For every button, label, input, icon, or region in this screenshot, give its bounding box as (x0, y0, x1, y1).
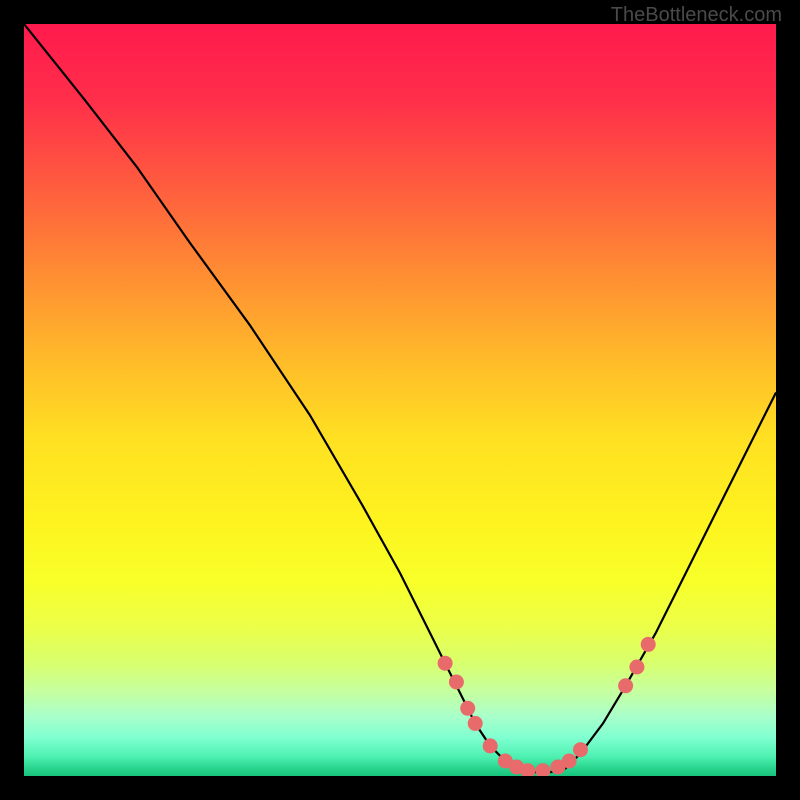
watermark-text: TheBottleneck.com (611, 4, 782, 27)
highlight-dots-group (438, 637, 656, 776)
highlight-dot (483, 738, 498, 753)
highlight-dot (438, 656, 453, 671)
bottleneck-curve-path (24, 24, 776, 772)
highlight-dot (629, 660, 644, 675)
highlight-dot (449, 675, 464, 690)
highlight-dot (460, 701, 475, 716)
highlight-dot (573, 742, 588, 757)
highlight-dot (562, 754, 577, 769)
highlight-dot (641, 637, 656, 652)
highlight-dot (535, 763, 550, 776)
highlight-dot (468, 716, 483, 731)
bottleneck-chart (24, 24, 776, 776)
highlight-dot (618, 678, 633, 693)
